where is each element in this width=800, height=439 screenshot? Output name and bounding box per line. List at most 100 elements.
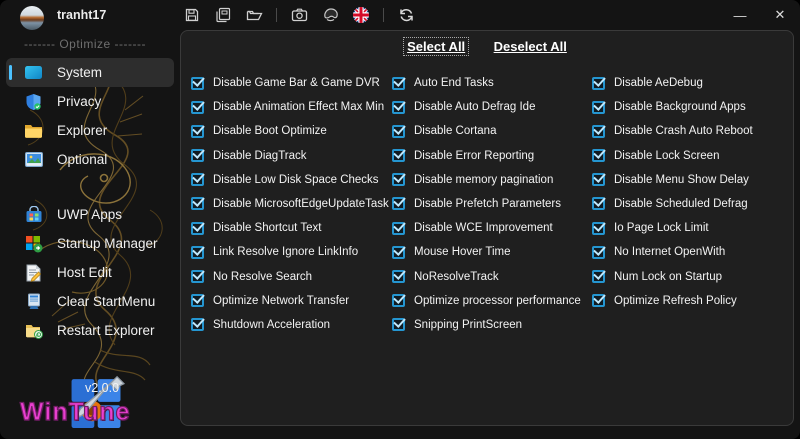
checkbox-item[interactable]: Disable DiagTrack [191,149,396,163]
checkbox-item[interactable]: Disable Animation Effect Max Min [191,100,396,114]
checkbox-checked-icon[interactable] [191,197,204,211]
sidebar-item-privacy[interactable]: Privacy [6,87,174,116]
checkbox-label: Disable Menu Show Delay [614,173,749,186]
checkbox-item[interactable]: Disable MicrosoftEdgeUpdateTask [191,197,396,211]
checkbox-checked-icon[interactable] [592,294,605,308]
checkbox-item[interactable]: Disable Boot Optimize [191,124,396,138]
open-folder-icon[interactable] [242,3,266,27]
refresh-icon[interactable] [394,3,418,27]
username-label: tranht17 [57,8,107,22]
checkbox-checked-icon[interactable] [392,270,405,283]
checkbox-checked-icon[interactable] [392,245,405,259]
sidebar: ------- Optimize ------- System Privacy Ex… [0,30,180,439]
sidebar-item-explorer[interactable]: Explorer [6,116,174,145]
toolbar-separator [276,8,277,22]
checkbox-item[interactable]: Disable Shortcut Text [191,221,396,235]
checkbox-item[interactable]: Optimize processor performance [392,294,597,308]
checkbox-checked-icon[interactable] [392,318,405,332]
checkbox-item[interactable]: Disable Lock Screen [592,149,797,163]
checkbox-item[interactable]: Disable memory pagination [392,173,597,187]
sidebar-item-system[interactable]: System [6,58,174,87]
sidebar-item-optional[interactable]: Optional [6,145,174,174]
checkbox-item[interactable]: Disable Cortana [392,124,597,138]
checkbox-item[interactable]: Disable Menu Show Delay [592,173,797,187]
sidebar-item-uwp-apps[interactable]: UWP Apps [6,200,174,229]
checkbox-item[interactable]: Disable Game Bar & Game DVR [191,76,396,90]
checkbox-label: Disable Scheduled Defrag [614,197,748,210]
checkbox-checked-icon[interactable] [592,149,605,163]
checkbox-checked-icon[interactable] [592,245,605,259]
checkbox-checked-icon[interactable] [392,173,405,187]
deselect-all-link[interactable]: Deselect All [491,38,570,55]
checkbox-checked-icon[interactable] [392,124,405,138]
checkbox-checked-icon[interactable] [592,270,605,283]
privacy-icon [24,92,43,111]
checkbox-checked-icon[interactable] [392,149,405,163]
checkbox-item[interactable]: Io Page Lock Limit [592,221,797,235]
save-all-icon[interactable] [211,3,235,27]
checkbox-item[interactable]: Shutdown Acceleration [191,318,396,332]
minimize-button[interactable]: — [720,0,760,30]
sidebar-item-label: System [57,65,103,80]
sidebar-item-clear-startmenu[interactable]: Clear StartMenu [6,287,174,316]
checkbox-checked-icon[interactable] [191,318,204,332]
checkbox-item[interactable]: Disable Error Reporting [392,149,597,163]
checkbox-checked-icon[interactable] [392,100,405,114]
checkbox-checked-icon[interactable] [392,221,405,235]
checkbox-item[interactable]: Optimize Refresh Policy [592,294,797,308]
checkbox-label: NoResolveTrack [414,270,499,283]
sidebar-item-host-edit[interactable]: Host Edit [6,258,174,287]
checkbox-checked-icon[interactable] [592,100,605,114]
sidebar-item-startup-manager[interactable]: Startup Manager [6,229,174,258]
checkbox-item[interactable]: No Internet OpenWith [592,245,797,259]
checkbox-checked-icon[interactable] [191,100,204,114]
checkbox-checked-icon[interactable] [592,197,605,211]
checkbox-item[interactable]: Auto End Tasks [392,76,597,90]
checkbox-item[interactable]: Disable Crash Auto Reboot [592,124,797,138]
user-avatar[interactable] [20,6,44,30]
checkbox-checked-icon[interactable] [191,76,204,90]
checkbox-item[interactable]: Disable Scheduled Defrag [592,197,797,211]
checkbox-item[interactable]: No Resolve Search [191,270,396,284]
checkbox-checked-icon[interactable] [392,294,405,308]
language-uk-flag-icon[interactable] [349,3,373,27]
clearstart-icon [24,292,43,311]
screenshot-camera-icon[interactable] [287,3,311,27]
checkbox-checked-icon[interactable] [592,173,605,187]
checkbox-item[interactable]: Link Resolve Ignore LinkInfo [191,245,396,259]
sidebar-nav: System Privacy Explorer Optional UWP Apps Sta… [6,58,174,345]
checkbox-checked-icon[interactable] [191,221,204,235]
checkbox-item[interactable]: Snipping PrintScreen [392,318,597,332]
checkbox-checked-icon[interactable] [592,124,605,138]
checkbox-item[interactable]: Disable Prefetch Parameters [392,197,597,211]
checkbox-checked-icon[interactable] [392,197,405,211]
select-all-link[interactable]: Select All [403,37,470,56]
checkbox-item[interactable]: Num Lock on Startup [592,270,797,284]
checkbox-item[interactable]: Disable WCE Improvement [392,221,597,235]
sidebar-item-restart-explorer[interactable]: Restart Explorer [6,316,174,345]
theme-icon[interactable] [318,3,342,27]
startup-icon [24,234,43,253]
checkbox-item[interactable]: Disable Auto Defrag Ide [392,100,597,114]
checkbox-label: Disable Shortcut Text [213,222,322,235]
checkbox-checked-icon[interactable] [191,270,204,283]
save-icon[interactable] [180,3,204,27]
checkbox-checked-icon[interactable] [191,149,204,163]
checkbox-checked-icon[interactable] [191,294,204,308]
checkbox-checked-icon[interactable] [392,76,405,90]
checkbox-item[interactable]: Disable Low Disk Space Checks [191,173,396,187]
checkbox-checked-icon[interactable] [191,124,204,138]
checkbox-label: Disable Background Apps [614,101,746,114]
toolbar [180,0,418,30]
checkbox-checked-icon[interactable] [592,76,605,90]
checkbox-item[interactable]: Optimize Network Transfer [191,294,396,308]
checkbox-item[interactable]: Disable Background Apps [592,100,797,114]
checkbox-item[interactable]: NoResolveTrack [392,270,597,284]
checkbox-item[interactable]: Disable AeDebug [592,76,797,90]
checkbox-checked-icon[interactable] [191,245,204,259]
checkbox-checked-icon[interactable] [191,173,204,187]
checkbox-checked-icon[interactable] [592,221,605,235]
checkbox-label: No Resolve Search [213,270,313,283]
checkbox-item[interactable]: Mouse Hover Time [392,245,597,259]
close-button[interactable]: ✕ [760,0,800,30]
